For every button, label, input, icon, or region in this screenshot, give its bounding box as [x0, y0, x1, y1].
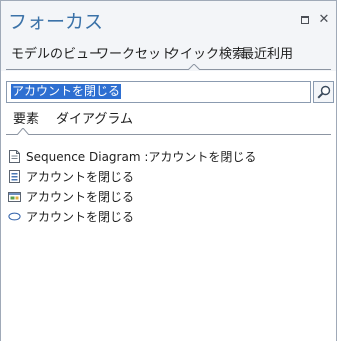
panel-tabs: モデルのビュー ワークセット クイック検索 最近利用 [1, 39, 336, 71]
subtab-diagrams[interactable]: ダイアグラム [56, 108, 133, 127]
active-tab-indicator-icon [188, 64, 200, 70]
panel-title: フォーカス [8, 11, 104, 33]
tabs-divider [6, 69, 331, 70]
list-item-label: アカウントを閉じる [26, 209, 135, 224]
use-case-icon [7, 209, 21, 223]
search-input[interactable]: アカウントを閉じる [6, 81, 311, 103]
sequence-diagram-icon [7, 149, 21, 163]
subtabs-divider [6, 134, 331, 135]
screen-element-icon [7, 189, 21, 203]
list-item-label: Sequence Diagram :アカウントを閉じる [26, 149, 257, 164]
subtab-elements[interactable]: 要素 [13, 108, 39, 127]
list-item[interactable]: Sequence Diagram :アカウントを閉じる [7, 147, 256, 165]
search-input-value: アカウントを閉じる [11, 84, 122, 99]
restore-button[interactable] [298, 13, 312, 27]
active-subtab-indicator-icon [17, 128, 29, 135]
tab-workset[interactable]: ワークセット [96, 43, 174, 62]
focus-panel: フォーカス ✕ モデルのビュー ワークセット クイック検索 最近利用 アカウント… [0, 0, 337, 341]
tab-model-view[interactable]: モデルのビュー [11, 43, 102, 62]
list-item-label: アカウントを閉じる [26, 189, 135, 204]
list-item-label: アカウントを閉じる [26, 169, 135, 184]
tab-quick-search[interactable]: クイック検索 [167, 43, 245, 62]
quick-search-content: アカウントを閉じる 要素 ダイアグラム Sequence Diagram:アカ… [1, 71, 336, 341]
search-icon [316, 85, 330, 99]
search-button[interactable] [313, 81, 334, 103]
requirement-element-icon [7, 169, 21, 183]
panel-titlebar: フォーカス ✕ [1, 1, 336, 39]
list-item[interactable]: アカウントを閉じる [7, 207, 134, 225]
list-item[interactable]: アカウントを閉じる [7, 187, 134, 205]
close-icon: ✕ [318, 12, 330, 27]
restore-icon [301, 16, 309, 24]
tab-recent[interactable]: 最近利用 [241, 43, 293, 62]
close-button[interactable]: ✕ [317, 13, 331, 27]
list-item[interactable]: アカウントを閉じる [7, 167, 134, 185]
